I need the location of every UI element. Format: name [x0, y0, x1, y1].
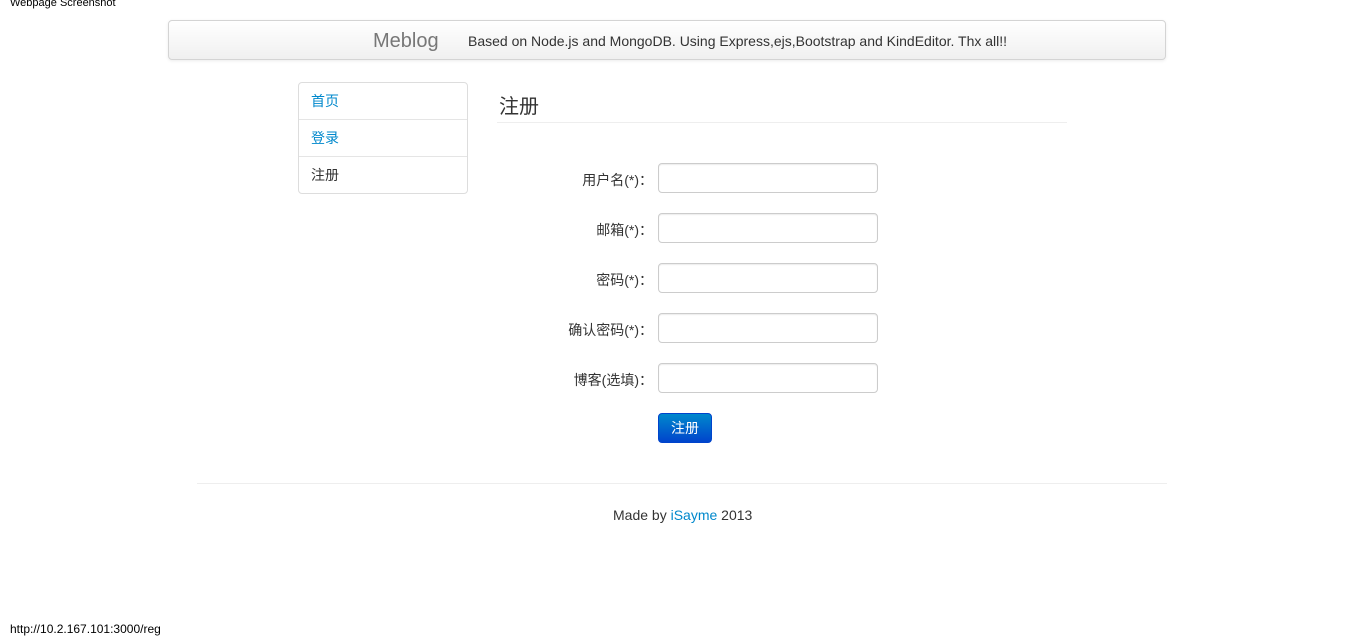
email-input[interactable]	[658, 213, 878, 243]
footer-author-link[interactable]: iSayme	[671, 507, 718, 523]
status-bar-url: http://10.2.167.101:3000/reg	[10, 622, 161, 636]
page-title: 注册	[499, 96, 539, 118]
blog-input[interactable]	[658, 363, 878, 393]
form-row-confirm-password: 确认密码(*)：	[497, 313, 897, 343]
form-row-username: 用户名(*)：	[497, 163, 897, 193]
page-header: 注册	[497, 88, 1067, 123]
form-row-email: 邮箱(*)：	[497, 213, 897, 243]
form-row-blog: 博客(选填)：	[497, 363, 897, 393]
sidebar-nav: 首页 登录 注册	[298, 82, 468, 194]
footer-credit: Made by iSayme 2013	[613, 507, 752, 523]
sidebar-item-home[interactable]: 首页	[299, 83, 467, 119]
password-input[interactable]	[658, 263, 878, 293]
username-label: 用户名(*)：	[582, 172, 653, 188]
username-input[interactable]	[658, 163, 878, 193]
form-row-password: 密码(*)：	[497, 263, 897, 293]
top-navbar: Meblog Based on Node.js and MongoDB. Usi…	[168, 20, 1166, 60]
navbar-tagline: Based on Node.js and MongoDB. Using Expr…	[468, 33, 1008, 49]
blog-label: 博客(选填)：	[573, 372, 653, 388]
brand-link[interactable]: Meblog	[373, 30, 439, 53]
register-submit-button[interactable]: 注册	[658, 413, 712, 443]
sidebar-item-login[interactable]: 登录	[299, 119, 467, 156]
footer-prefix: Made by	[613, 507, 667, 523]
email-label: 邮箱(*)：	[596, 222, 653, 238]
sidebar-item-register[interactable]: 注册	[299, 156, 467, 193]
footer-year: 2013	[721, 507, 753, 523]
confirm-password-input[interactable]	[658, 313, 878, 343]
password-label: 密码(*)：	[596, 272, 653, 288]
footer-divider	[197, 483, 1167, 484]
confirm-password-label: 确认密码(*)：	[568, 322, 653, 338]
window-caption: Webpage Screenshot	[10, 0, 116, 9]
